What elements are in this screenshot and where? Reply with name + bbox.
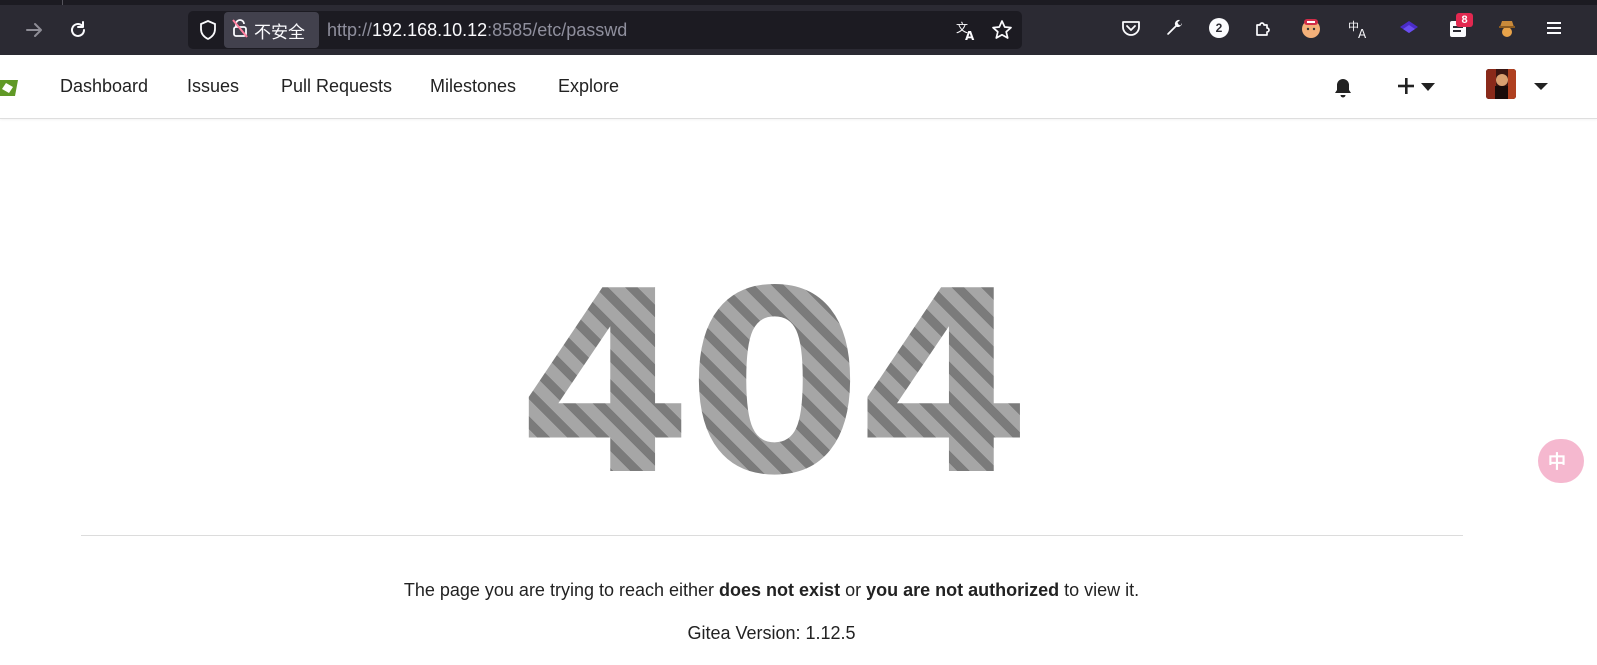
wrench-icon[interactable] <box>1161 14 1189 42</box>
extension-count-badge[interactable]: 2 <box>1205 14 1233 42</box>
spy-extension-icon[interactable] <box>1493 14 1521 42</box>
nav-pull-requests[interactable]: Pull Requests <box>281 76 392 97</box>
notification-count-badge: 8 <box>1456 13 1473 27</box>
url-bar[interactable]: 不安全 http://192.168.10.12:8585/etc/passwd… <box>188 11 1022 49</box>
message-mid: or <box>840 580 867 600</box>
svg-text:A: A <box>1358 27 1367 39</box>
user-menu-chevron-down-icon[interactable] <box>1534 83 1548 90</box>
message-not-exist: does not exist <box>719 580 841 600</box>
gitea-navbar: Dashboard Issues Pull Requests Milestone… <box>0 55 1597 119</box>
gitea-version: Gitea Version: 1.12.5 <box>687 623 856 643</box>
error-message: The page you are trying to reach either … <box>0 580 1543 601</box>
reload-icon[interactable] <box>63 15 93 45</box>
site-security-button[interactable]: 不安全 <box>224 12 319 48</box>
floating-translate-button[interactable]: 中 <box>1538 439 1584 483</box>
translate-extension-icon[interactable]: 中A <box>1345 14 1373 42</box>
plus-icon <box>1396 76 1416 101</box>
avatar-extension-icon[interactable] <box>1297 14 1325 42</box>
lock-insecure-icon <box>232 18 248 43</box>
nav-explore[interactable]: Explore <box>558 76 619 97</box>
tab-strip <box>0 0 1597 5</box>
insecure-label: 不安全 <box>254 22 305 43</box>
nav-issues[interactable]: Issues <box>187 76 239 97</box>
nav-milestones[interactable]: Milestones <box>430 76 516 97</box>
svg-text:A: A <box>965 29 975 41</box>
bell-icon[interactable] <box>1331 76 1355 100</box>
error-code: 404 <box>0 259 1543 511</box>
forward-arrow-icon[interactable] <box>19 15 49 45</box>
chevron-down-icon <box>1420 79 1436 97</box>
translate-icon[interactable]: 文A <box>955 18 979 42</box>
avatar[interactable] <box>1486 69 1516 99</box>
url-path: :8585/etc/passwd <box>487 20 628 40</box>
gitea-logo-icon[interactable] <box>0 76 22 100</box>
shield-icon[interactable] <box>196 18 220 42</box>
divider <box>81 535 1463 536</box>
tab-edge <box>62 0 63 5</box>
url-text[interactable]: http://192.168.10.12:8585/etc/passwd <box>327 20 627 41</box>
url-scheme: http:// <box>327 20 373 40</box>
floating-label: 中 <box>1548 452 1566 473</box>
create-new-menu[interactable] <box>1396 76 1441 100</box>
extensions-icon[interactable] <box>1250 14 1278 42</box>
nav-dashboard[interactable]: Dashboard <box>60 76 148 97</box>
message-suffix: to view it. <box>1059 580 1140 600</box>
browser-toolbar: 不安全 http://192.168.10.12:8585/etc/passwd… <box>0 0 1597 55</box>
message-prefix: The page you are trying to reach either <box>403 580 720 600</box>
pocket-icon[interactable] <box>1117 14 1145 42</box>
layers-extension-icon[interactable] <box>1395 14 1423 42</box>
message-not-authorized: you are not authorized <box>866 580 1060 600</box>
hamburger-menu-icon[interactable] <box>1540 14 1568 42</box>
url-host: 192.168.10.12 <box>372 20 488 40</box>
extension-count: 2 <box>1215 21 1223 35</box>
bookmark-star-icon[interactable] <box>990 18 1014 42</box>
